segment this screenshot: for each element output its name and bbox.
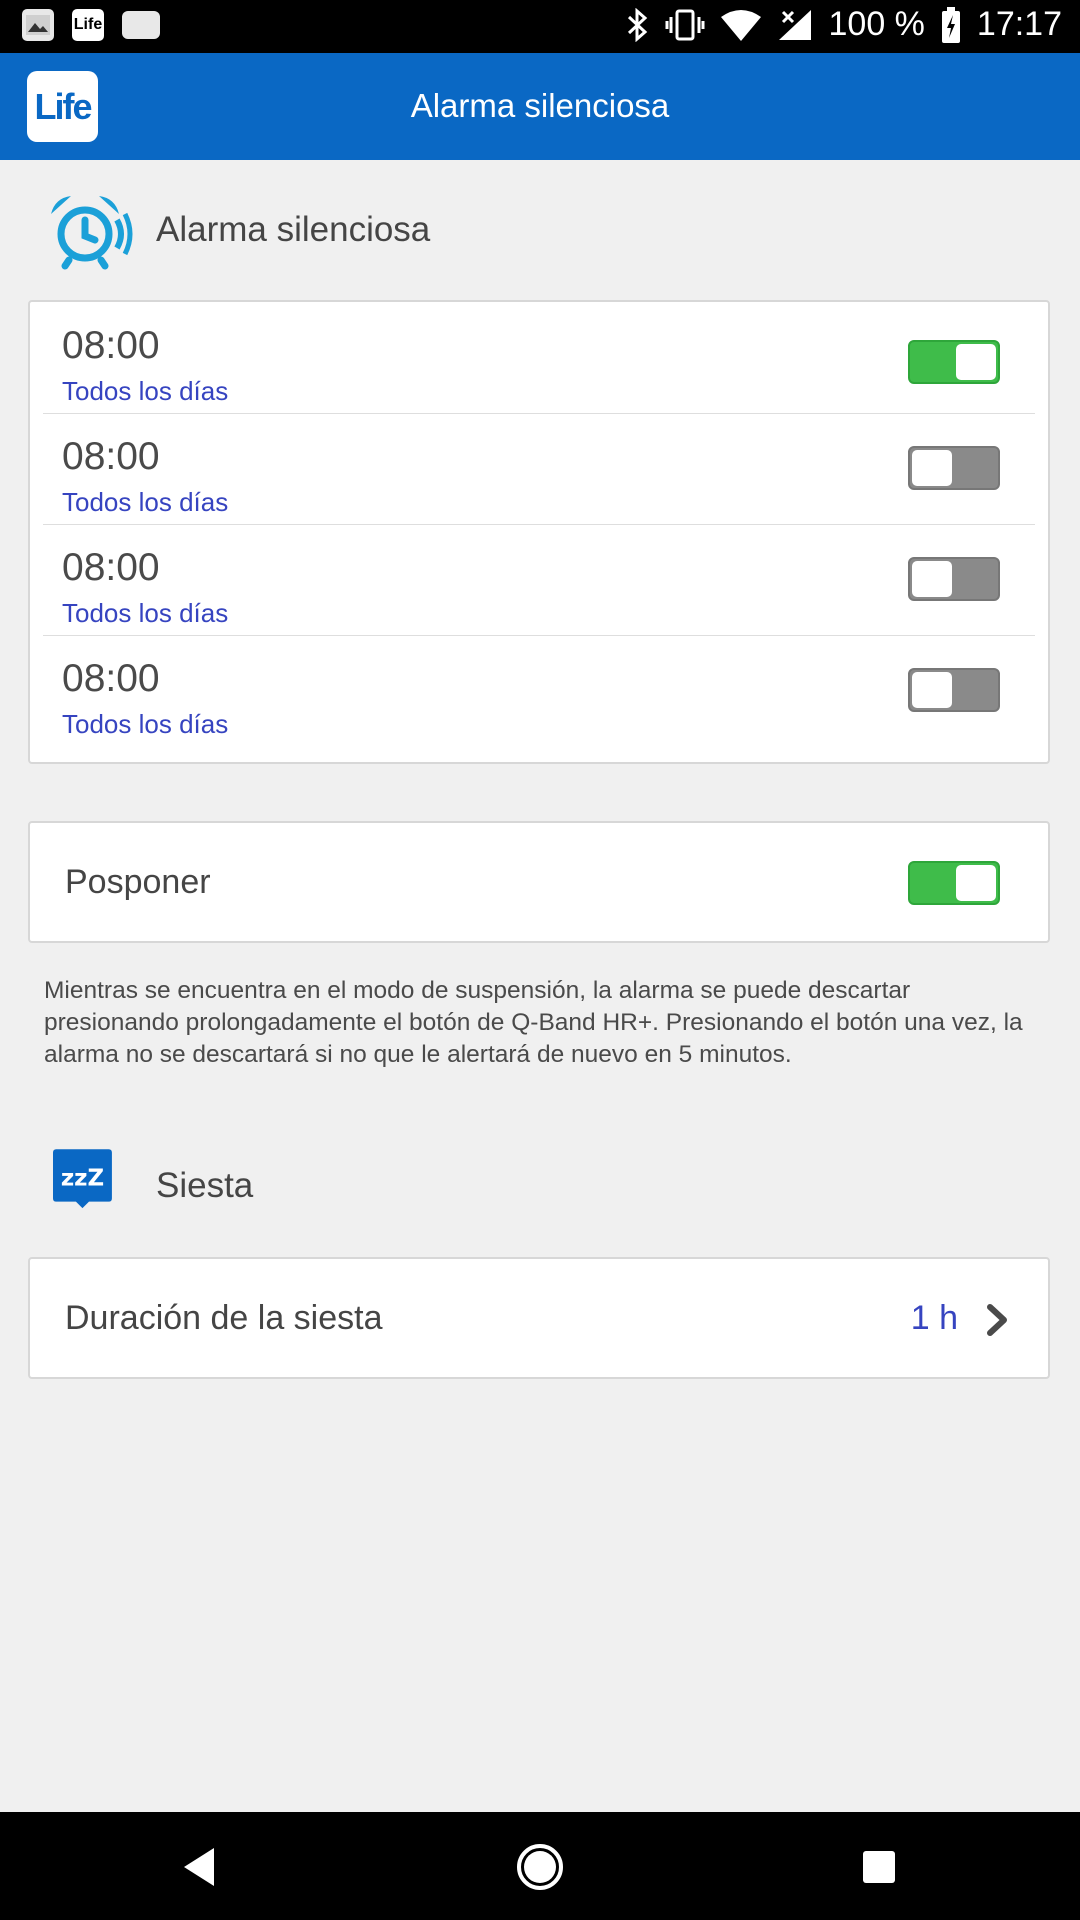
life-app-notification-icon: Life (72, 9, 104, 41)
nap-section-title: Siesta (156, 1166, 254, 1205)
alarm-row[interactable]: 08:00 Todos los días (30, 635, 1048, 746)
snooze-description: Mientras se encuentra en el modo de susp… (44, 977, 1023, 1068)
gallery-notification-icon (22, 9, 54, 41)
alarm-toggle[interactable] (908, 446, 1000, 490)
alarm-time: 08:00 (62, 657, 160, 700)
clock: 17:17 (976, 5, 1062, 43)
snooze-toggle[interactable] (908, 861, 1000, 905)
alarm-time: 08:00 (62, 324, 160, 367)
alarms-card: 08:00 Todos los días 08:00 Todos los día… (28, 300, 1050, 764)
alarm-clock-icon (51, 196, 133, 270)
nap-duration-label: Duración de la siesta (65, 1299, 383, 1337)
alarm-days: Todos los días (62, 709, 229, 739)
nap-duration-value: 1 h (910, 1299, 958, 1337)
card-notification-icon (122, 11, 160, 39)
snooze-card[interactable]: Posponer (28, 821, 1050, 943)
battery-percent: 100 % (828, 5, 925, 43)
app-bar: Life Alarma silenciosa (0, 53, 1080, 160)
alarm-toggle[interactable] (908, 557, 1000, 601)
chevron-right-icon (987, 1304, 1007, 1336)
alarm-days: Todos los días (62, 376, 229, 406)
home-icon[interactable] (515, 1842, 565, 1892)
system-nav-bar (0, 1812, 1080, 1920)
status-bar: Life 100 % 17:17 (0, 0, 1080, 53)
alarm-row[interactable]: 08:00 Todos los días (30, 524, 1048, 635)
alarm-section-header: Alarma silenciosa (0, 190, 1080, 270)
battery-charging-icon (941, 6, 960, 43)
alarm-section-title: Alarma silenciosa (156, 210, 431, 249)
alarm-toggle[interactable] (908, 340, 1000, 384)
wifi-icon (720, 9, 761, 41)
back-icon[interactable] (180, 1846, 220, 1888)
nap-duration-card[interactable]: Duración de la siesta 1 h (28, 1257, 1050, 1379)
alarm-time: 08:00 (62, 546, 160, 589)
zzz-icon: zzZ (53, 1149, 112, 1209)
bluetooth-icon (627, 7, 647, 42)
alarm-days: Todos los días (62, 487, 229, 517)
nap-section-header: zzZ Siesta (0, 1146, 1080, 1226)
svg-text:zzZ: zzZ (61, 1165, 104, 1191)
alarm-toggle[interactable] (908, 668, 1000, 712)
recents-icon[interactable] (862, 1850, 896, 1884)
vibrate-icon (665, 9, 704, 40)
signal-no-data-icon (778, 9, 811, 40)
alarm-days: Todos los días (62, 598, 229, 628)
alarm-row[interactable]: 08:00 Todos los días (30, 302, 1048, 413)
alarm-time: 08:00 (62, 435, 160, 478)
page-title: Alarma silenciosa (410, 87, 670, 124)
alarm-row[interactable]: 08:00 Todos los días (30, 413, 1048, 524)
snooze-label: Posponer (65, 863, 211, 901)
